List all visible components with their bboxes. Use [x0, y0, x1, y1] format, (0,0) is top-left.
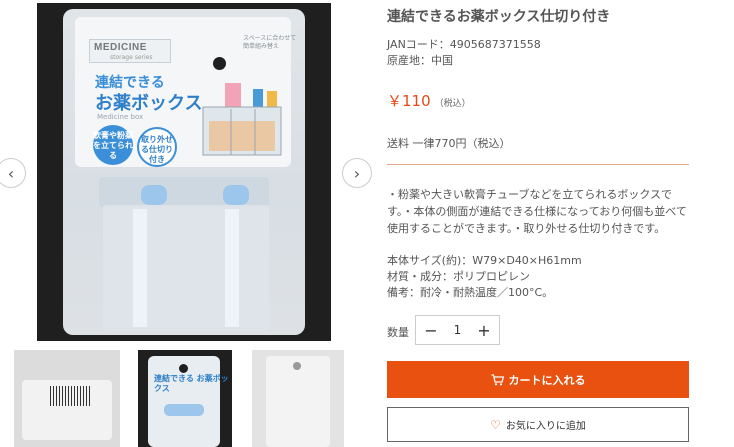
product-title: 連結できるお薬ボックス仕切り付き: [387, 9, 611, 25]
add-to-cart-button[interactable]: カートに入れる: [387, 361, 689, 398]
gallery-next-button[interactable]: ›: [342, 158, 372, 188]
origin: 原産地：中国: [387, 54, 453, 67]
thumbnail-3[interactable]: [252, 350, 344, 447]
price-tax-note: （税込）: [434, 99, 471, 109]
shipping-info: 送料 一律770円（税込）: [387, 137, 511, 150]
price: ￥110 （税込）: [387, 90, 471, 111]
add-to-cart-label: カートに入れる: [508, 373, 586, 387]
jan-code: JANコード：4905687371558: [387, 38, 541, 51]
brand-label: MEDICINE storage series: [89, 39, 171, 63]
spec-material: 材質・成分：ポリプロピレン: [387, 270, 530, 283]
thumbnail-title: 連結できる お薬ボックス: [154, 374, 229, 393]
gallery-prev-button[interactable]: ‹: [0, 158, 26, 188]
thumbnail-clip: [164, 404, 204, 416]
divider-rail-left: [133, 209, 147, 327]
add-to-favorites-button[interactable]: ♡ お気に入りに追加: [387, 407, 689, 442]
quantity-stepper: − +: [415, 315, 500, 345]
package-title-en: Medicine box: [97, 113, 144, 121]
main-product-image: MEDICINE storage series スペースに合わせて簡単組み替え …: [37, 3, 331, 341]
spec-size: 本体サイズ(約)：W79×D40×H61mm: [387, 254, 582, 267]
chevron-left-icon: ‹: [7, 163, 15, 183]
thumbnail-2[interactable]: 連結できる お薬ボックス: [138, 350, 232, 447]
clip-left: [141, 185, 167, 205]
barcode-image: [50, 386, 90, 406]
clip-right: [223, 185, 249, 205]
product-description: ・粉薬や大きい軟膏チューブなどを立てられるボックスです。・本体の側面が連結できる…: [387, 188, 687, 235]
brand-text: MEDICINE: [94, 42, 147, 53]
feature-badge-ointment: 軟膏や粉薬を立てられる: [93, 125, 133, 165]
package-wrapper: MEDICINE storage series スペースに合わせて簡単組み替え …: [63, 9, 305, 335]
add-to-favorites-label: お気に入りに追加: [505, 421, 586, 432]
price-value: ￥110: [387, 92, 431, 110]
box-illustration: [202, 83, 282, 156]
feature-badge-divider: 取り外せる仕切り付き: [137, 127, 177, 167]
quantity-label: 数量: [387, 326, 409, 339]
brand-subtext: storage series: [110, 54, 153, 61]
quantity-increase-button[interactable]: +: [477, 321, 491, 340]
thumbnail-hang-hole: [179, 364, 188, 373]
package-note: スペースに合わせて簡単組み替え: [243, 35, 297, 50]
quantity-input[interactable]: [442, 323, 473, 337]
hang-hole: [213, 57, 226, 70]
quantity-decrease-button[interactable]: −: [424, 321, 438, 340]
chevron-right-icon: ›: [353, 163, 361, 183]
thumbnail-1[interactable]: [14, 350, 120, 447]
spec-note: 備考：耐冷・耐熱温度／100°C。: [387, 286, 554, 299]
package-card: MEDICINE storage series スペースに合わせて簡単組み替え …: [75, 17, 296, 167]
package-title-line2: お薬ボックス: [95, 93, 203, 114]
heart-icon: ♡: [490, 417, 501, 432]
divider: [387, 164, 689, 165]
divider-rail-right: [225, 209, 239, 327]
cart-icon: [491, 373, 504, 385]
thumbnail-hang-hole: [293, 362, 301, 370]
box-body: [103, 205, 269, 331]
